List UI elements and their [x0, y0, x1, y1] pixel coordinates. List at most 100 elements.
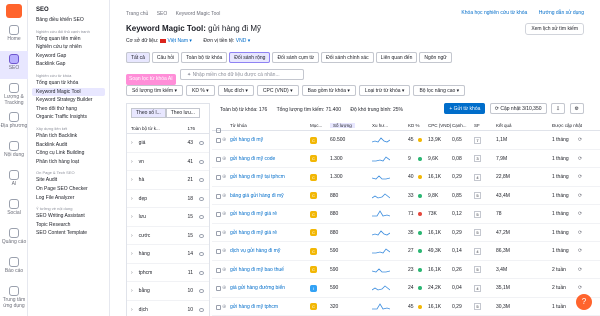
column-header-8[interactable]: Kết quả — [496, 123, 512, 128]
keyword-link[interactable]: gửi hàng đi mỹ bao thuế — [230, 267, 284, 273]
row-checkbox[interactable] — [216, 304, 221, 310]
db-select[interactable]: Việt Nam ▾ — [159, 38, 192, 44]
serp-features-count[interactable]: 5 — [474, 266, 481, 273]
menu-item[interactable]: Backlink Audit — [28, 141, 109, 150]
rail-item-0[interactable]: Home — [0, 22, 28, 50]
search-history-button[interactable]: Xem lịch sử tìm kiếm — [525, 23, 584, 35]
group-row[interactable]: › lưu 15 — [127, 208, 209, 227]
keyword-link[interactable]: gửi hàng đi mỹ — [230, 137, 263, 143]
keyword-link[interactable]: gửi hàng đi mỹ tại tphcm — [230, 174, 285, 180]
column-header-5[interactable]: CPC (VND) — [428, 123, 451, 128]
keyword-course-link[interactable]: Khóa học nghiên cứu từ khóa — [461, 10, 527, 16]
serp-features-count[interactable]: 5 — [474, 210, 481, 218]
ai-filter-pill[interactable]: Soạn lọc từ khóa AI — [126, 74, 176, 85]
filter-1[interactable]: KD % ▾ — [186, 85, 215, 96]
serp-features-count[interactable]: 5 — [474, 229, 481, 236]
group-row[interactable]: › hàng 14 — [127, 245, 209, 264]
serp-features-count[interactable]: 3 — [474, 155, 481, 162]
refresh-icon[interactable]: ⟳ — [578, 193, 582, 199]
add-icon[interactable]: ⊕ — [222, 174, 226, 180]
menu-item[interactable]: Công cụ Link Building — [28, 149, 109, 158]
eye-icon[interactable] — [199, 159, 204, 164]
menu-item[interactable]: Tổng quan từ khóa — [28, 79, 109, 88]
filter-5[interactable]: Loại trừ từ khóa ▾ — [358, 85, 411, 96]
tab-6[interactable]: Liên quan đến — [375, 52, 418, 63]
rail-item-1[interactable]: SEO — [0, 51, 28, 79]
refresh-icon[interactable]: ⟳ — [578, 211, 582, 217]
rail-item-8[interactable]: Báo cáo — [0, 254, 28, 282]
serp-features-count[interactable]: 5 — [474, 303, 481, 310]
refresh-icon[interactable]: ⟳ — [578, 156, 582, 162]
tab-3[interactable]: Đối sánh rộng — [229, 52, 271, 63]
filter-4[interactable]: Bao gồm từ khóa ▾ — [301, 85, 356, 96]
row-checkbox[interactable] — [216, 249, 221, 254]
menu-item[interactable]: Site Audit — [28, 176, 109, 185]
menu-item[interactable]: Tổng quan tên miền — [28, 35, 109, 44]
eye-icon[interactable] — [199, 289, 204, 293]
keyword-link[interactable]: giá gửi hàng đường biển — [230, 285, 285, 291]
refresh-icon[interactable]: ⟳ — [578, 174, 582, 180]
filter-0[interactable]: Số lượng tìm kiếm ▾ — [126, 85, 183, 96]
tab-0[interactable]: Tất cả — [126, 52, 150, 63]
column-header-1[interactable]: Mục... — [310, 123, 322, 128]
serp-features-count[interactable]: 7 — [474, 136, 481, 144]
filter-2[interactable]: Mục đích ▾ — [217, 85, 254, 96]
serp-features-count[interactable]: 4 — [474, 284, 481, 292]
refresh-icon[interactable]: ⟳ — [578, 230, 582, 236]
column-header-6[interactable]: Cạnh... — [452, 123, 467, 128]
row-checkbox[interactable] — [216, 212, 221, 217]
add-icon[interactable]: ⊕ — [222, 285, 226, 291]
add-icon[interactable]: ⊕ — [222, 137, 226, 143]
filter-6[interactable]: Bộ lọc nâng cao ▾ — [413, 85, 466, 96]
update-metrics-button[interactable]: ⟳ Cập nhật 3/10,350 — [489, 103, 547, 114]
refresh-icon[interactable]: ⟳ — [578, 248, 582, 254]
menu-item[interactable]: Keyword Magic Tool — [32, 87, 105, 97]
add-icon[interactable]: ⊕ — [222, 248, 226, 254]
tab-1[interactable]: Câu hỏi — [151, 52, 180, 63]
rail-item-5[interactable]: AI — [0, 167, 28, 195]
group-row[interactable]: › tphcm 11 — [127, 264, 209, 282]
eye-icon[interactable] — [199, 196, 204, 201]
add-icon[interactable]: ⊕ — [222, 211, 226, 217]
rail-item-7[interactable]: Quảng cáo — [0, 225, 28, 253]
keyword-link[interactable]: gửi hàng đi mỹ code — [230, 156, 275, 162]
menu-item[interactable]: Nghiên cứu tự nhiên — [28, 43, 109, 52]
currency-select[interactable]: VND ▾ — [236, 38, 250, 44]
column-header-7[interactable]: SF — [474, 123, 480, 128]
column-header-3[interactable]: Xu hư... — [372, 123, 388, 128]
user-guide-link[interactable]: Hướng dẫn sử dụng — [539, 10, 584, 16]
row-checkbox[interactable] — [216, 156, 221, 162]
rail-item-9[interactable]: Trung tâm ứng dụng — [0, 283, 28, 311]
ai-domain-input[interactable]: ✦ Nhập miền cho dữ liệu được cá nhân... — [180, 69, 305, 80]
rail-item-3[interactable]: Địa phương — [0, 109, 28, 137]
keyword-link[interactable]: gửi hàng đi mỹ giá rẻ — [230, 230, 277, 236]
menu-item[interactable]: Organic Traffic Insights — [28, 113, 109, 122]
keyword-link[interactable]: dịch vụ gửi hàng đi mỹ — [230, 248, 280, 254]
menu-item[interactable]: Log File Analyzer — [28, 194, 109, 203]
group-row[interactable]: › dẹp 18 — [127, 190, 209, 208]
add-icon[interactable]: ⊕ — [222, 156, 226, 162]
row-checkbox[interactable] — [216, 286, 221, 291]
menu-item[interactable]: Phân tích hàng loạt — [28, 158, 109, 167]
menu-item[interactable]: On Page SEO Checker — [28, 185, 109, 194]
row-checkbox[interactable] — [216, 230, 221, 236]
row-checkbox[interactable] — [216, 175, 221, 180]
eye-icon[interactable] — [199, 270, 204, 275]
serp-features-count[interactable]: 4 — [474, 173, 481, 181]
row-checkbox[interactable] — [216, 267, 221, 273]
rail-item-6[interactable]: Social — [0, 196, 28, 224]
tab-2[interactable]: Toàn bộ từ khóa — [181, 52, 228, 63]
export-icon[interactable]: ⇩ — [550, 103, 566, 114]
column-header-0[interactable]: Từ khóa — [230, 123, 247, 128]
menu-item[interactable]: Keyword Gap — [28, 52, 109, 61]
column-header-4[interactable]: KD % — [408, 123, 420, 128]
column-header-9[interactable]: Được cập nhật — [552, 123, 582, 128]
eye-icon[interactable] — [199, 233, 204, 238]
keyword-link[interactable]: gửi hàng đi mỹ giá rẻ — [230, 211, 277, 217]
eye-icon[interactable] — [199, 252, 204, 256]
add-icon[interactable]: ⊕ — [222, 267, 226, 273]
menu-item[interactable]: Keyword Strategy Builder — [28, 96, 109, 105]
group-row[interactable]: › bằng 10 — [127, 282, 209, 301]
eye-icon[interactable] — [199, 215, 204, 219]
tab-7[interactable]: Ngôn ngữ — [419, 52, 452, 63]
